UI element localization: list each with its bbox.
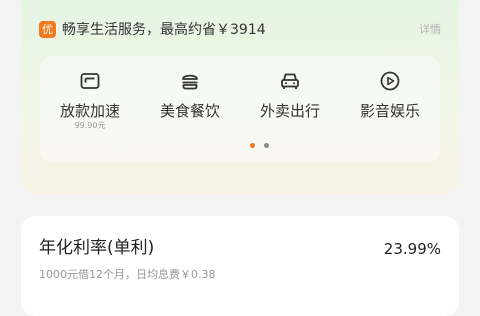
- service-panel: 放款加速 99.90元 美食餐饮 外卖出行 影音娱乐: [40, 56, 440, 162]
- benefits-header-text: 畅享生活服务，最高约省￥3914: [62, 22, 266, 38]
- details-link[interactable]: 详情: [419, 22, 441, 38]
- rate-note: 1000元借12个月，日均息费￥0.38: [39, 268, 216, 281]
- burger-icon: [140, 70, 240, 92]
- car-icon: [240, 70, 340, 92]
- service-label: 影音娱乐: [359, 102, 420, 120]
- play-icon: [340, 70, 440, 92]
- service-label: 美食餐饮: [159, 102, 220, 120]
- service-label: 外卖出行: [259, 102, 320, 120]
- service-label: 放款加速: [59, 102, 120, 120]
- pager-dots: [250, 143, 280, 149]
- service-item-food[interactable]: 美食餐饮: [140, 70, 240, 121]
- benefits-card: 优 畅享生活服务，最高约省￥3914 详情 放款加速 99.90元 美食餐饮 外…: [21, 0, 459, 194]
- service-item-delivery-travel[interactable]: 外卖出行: [240, 70, 340, 121]
- benefits-header: 优 畅享生活服务，最高约省￥3914 详情: [39, 20, 441, 40]
- rate-value: 23.99%: [383, 240, 441, 258]
- benefits-badge: 优: [39, 21, 56, 38]
- pager-dot: [264, 143, 269, 148]
- pager-dot-active: [250, 143, 255, 148]
- card-icon: [40, 70, 140, 92]
- rate-card[interactable]: 年化利率(单利) 23.99% 1000元借12个月，日均息费￥0.38: [21, 216, 459, 316]
- rate-title: 年化利率(单利): [39, 238, 155, 258]
- service-item-entertainment[interactable]: 影音娱乐: [340, 70, 440, 121]
- service-sub: 99.90元: [74, 121, 106, 130]
- service-item-fast-loan[interactable]: 放款加速 99.90元: [40, 70, 140, 131]
